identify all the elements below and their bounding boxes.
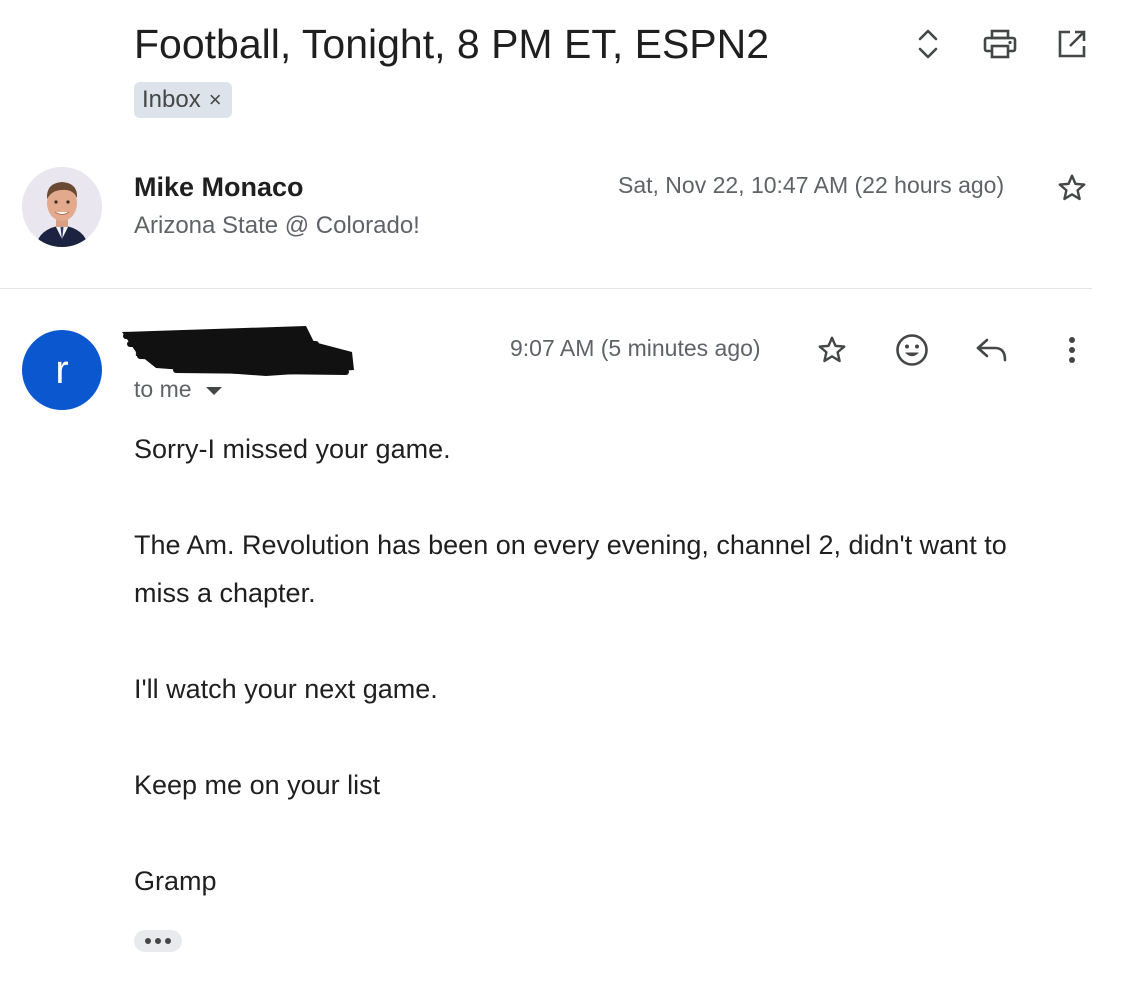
open-in-new-window-icon bbox=[1058, 30, 1086, 58]
expand-all-button[interactable] bbox=[908, 24, 948, 64]
body-line: miss a chapter. bbox=[134, 578, 316, 608]
reply-icon bbox=[976, 338, 1007, 362]
expand-collapse-icon bbox=[918, 29, 938, 59]
emoji-icon bbox=[896, 334, 928, 366]
recipient-details-toggle[interactable]: to me bbox=[134, 376, 222, 403]
inbox-label-chip: Inbox × bbox=[134, 82, 232, 118]
email-subject: Football, Tonight, 8 PM ET, ESPN2 bbox=[134, 21, 770, 67]
dot bbox=[145, 938, 151, 944]
reply-button[interactable] bbox=[972, 330, 1012, 370]
message-date: 9:07 AM (5 minutes ago) bbox=[510, 335, 761, 361]
avatar-photo-icon bbox=[22, 167, 102, 247]
show-trimmed-content-button[interactable] bbox=[134, 930, 182, 952]
body-line: The Am. Revolution has been on every eve… bbox=[134, 530, 1007, 560]
star-icon bbox=[1058, 174, 1086, 201]
more-options-button[interactable] bbox=[1052, 330, 1092, 370]
recipient-label: to me bbox=[134, 376, 192, 402]
dot bbox=[165, 938, 171, 944]
message-date: Sat, Nov 22, 10:47 AM (22 hours ago) bbox=[618, 172, 1005, 198]
body-line: Gramp bbox=[134, 866, 217, 896]
sender-avatar[interactable]: r bbox=[22, 330, 102, 410]
body-line: I'll watch your next game. bbox=[134, 674, 438, 704]
star-icon bbox=[818, 336, 846, 363]
dot bbox=[155, 938, 161, 944]
label-name: Inbox bbox=[142, 86, 201, 113]
print-icon bbox=[983, 29, 1017, 59]
star-button[interactable] bbox=[1054, 170, 1090, 206]
body-line: Keep me on your list bbox=[134, 770, 381, 800]
message-snippet[interactable]: Arizona State @ Colorado! bbox=[134, 212, 420, 240]
message-divider bbox=[0, 288, 1092, 289]
star-button[interactable] bbox=[812, 330, 852, 370]
more-vert-icon bbox=[1069, 337, 1075, 363]
chevron-down-icon bbox=[205, 386, 222, 395]
remove-label-icon[interactable]: × bbox=[209, 89, 222, 111]
body-line: Sorry-I missed your game. bbox=[134, 434, 451, 464]
sender-name[interactable]: Mike Monaco bbox=[134, 172, 304, 203]
sender-avatar-photo[interactable] bbox=[22, 167, 102, 247]
add-reaction-button[interactable] bbox=[892, 330, 932, 370]
open-in-new-window-button[interactable] bbox=[1052, 24, 1092, 64]
print-all-button[interactable] bbox=[980, 24, 1020, 64]
